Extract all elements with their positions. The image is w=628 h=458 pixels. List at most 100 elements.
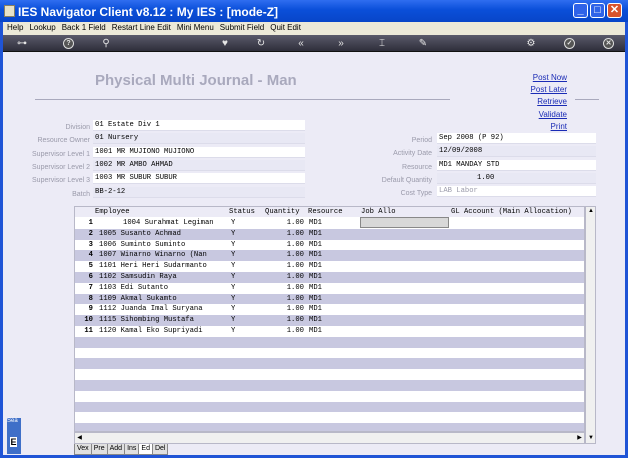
- key-icon[interactable]: ⊶: [11, 37, 33, 50]
- table-row[interactable]: 6 1102 Samsudin Raya Y 1.00 MD1: [75, 272, 584, 283]
- ok-icon[interactable]: ✓: [564, 38, 575, 49]
- help-icon[interactable]: ?: [63, 38, 74, 49]
- cell-quantity[interactable]: 1.00: [265, 272, 304, 283]
- cell-employee[interactable]: 1112 Juanda Imal Suryana: [99, 304, 227, 315]
- cell-employee[interactable]: 1007 Winarno Winarno (Nan: [99, 250, 227, 261]
- cell-quantity[interactable]: 1.00: [265, 283, 304, 294]
- job-allo-input[interactable]: [360, 217, 449, 228]
- cell-quantity[interactable]: 1.00: [265, 240, 304, 251]
- link-post-later[interactable]: Post Later: [531, 84, 567, 96]
- cell-status[interactable]: Y: [231, 326, 235, 337]
- cell-quantity[interactable]: 1.00: [265, 250, 304, 261]
- cell-quantity[interactable]: 1.00: [265, 261, 304, 272]
- table-row[interactable]: [75, 358, 584, 370]
- field-activity-date[interactable]: 12/09/2008: [437, 146, 596, 158]
- table-row[interactable]: 8 1109 Akmal Sukamto Y 1.00 MD1: [75, 293, 584, 305]
- cell-employee[interactable]: 1005 Susanto Achmad: [99, 229, 227, 240]
- cell-employee[interactable]: 1102 Samsudin Raya: [99, 272, 227, 283]
- table-row[interactable]: 4 1007 Winarno Winarno (Nan Y 1.00 MD1: [75, 250, 584, 262]
- column-header-employee[interactable]: Employee: [95, 207, 130, 217]
- menu-item-mini-menu[interactable]: Mini Menu: [177, 23, 214, 32]
- menu-item-submit-field[interactable]: Submit Field: [220, 23, 264, 32]
- scroll-right-icon[interactable]: ▶: [575, 434, 584, 443]
- tab-vex[interactable]: Vex: [74, 444, 92, 455]
- link-print[interactable]: Print: [531, 121, 567, 133]
- tab-pre[interactable]: Pre: [90, 444, 108, 455]
- menu-item-restart-line-edit[interactable]: Restart Line Edit: [112, 23, 171, 32]
- menu-item-lookup[interactable]: Lookup: [29, 23, 55, 32]
- table-row[interactable]: 2 1005 Susanto Achmad Y 1.00 MD1: [75, 228, 584, 240]
- field-resource-owner[interactable]: 01 Nursery: [93, 133, 305, 145]
- field-resource[interactable]: MD1 MANDAY STD: [437, 159, 596, 171]
- table-row[interactable]: 9 1112 Juanda Imal Suryana Y 1.00 MD1: [75, 304, 584, 316]
- tab-add[interactable]: Add: [106, 444, 126, 455]
- cell-status[interactable]: Y: [231, 315, 235, 326]
- scroll-left-icon[interactable]: ◀: [75, 434, 84, 443]
- menu-item-quit-edit[interactable]: Quit Edit: [270, 23, 301, 32]
- column-header-job-allo[interactable]: Job Allo: [361, 207, 396, 217]
- cell-employee[interactable]: 1120 Kamal Eko Supriyadi: [99, 326, 227, 337]
- table-row[interactable]: 3 1006 Suminto Suminto Y 1.00 MD1: [75, 239, 584, 251]
- table-row[interactable]: [75, 347, 584, 359]
- cell-resource[interactable]: MD1: [309, 261, 322, 272]
- link-post-now[interactable]: Post Now: [531, 72, 567, 84]
- cell-employee[interactable]: 1004 Surahmat Legiman: [123, 218, 227, 229]
- link-validate[interactable]: Validate: [531, 109, 567, 121]
- cell-resource[interactable]: MD1: [309, 294, 322, 305]
- field-period[interactable]: Sep 2008 (P 92): [437, 133, 596, 144]
- table-row[interactable]: [75, 390, 584, 402]
- table-row[interactable]: [75, 336, 584, 348]
- tools-icon[interactable]: ⌶: [375, 37, 389, 50]
- cell-resource[interactable]: MD1: [309, 283, 322, 294]
- cell-quantity[interactable]: 1.00: [265, 294, 304, 305]
- table-row[interactable]: [75, 401, 584, 413]
- cell-quantity[interactable]: 1.00: [265, 304, 304, 315]
- cell-status[interactable]: Y: [231, 294, 235, 305]
- column-header-resource[interactable]: Resource: [308, 207, 343, 217]
- table-row[interactable]: [75, 412, 584, 424]
- cell-employee[interactable]: 1115 Sihombing Mustafa: [99, 315, 227, 326]
- table-row[interactable]: 1 1004 Surahmat Legiman Y 1.00 MD1: [75, 218, 584, 229]
- cell-status[interactable]: Y: [231, 272, 235, 283]
- maximize-icon[interactable]: □: [590, 3, 605, 18]
- cell-employee[interactable]: 1109 Akmal Sukamto: [99, 294, 227, 305]
- cell-status[interactable]: Y: [231, 218, 235, 229]
- scroll-down-icon[interactable]: ▼: [587, 434, 595, 443]
- cell-employee[interactable]: 1006 Suminto Suminto: [99, 240, 227, 251]
- vertical-scrollbar[interactable]: ▲ ▼: [585, 206, 596, 444]
- cell-resource[interactable]: MD1: [309, 315, 322, 326]
- cell-quantity[interactable]: 1.00: [265, 229, 304, 240]
- cell-resource[interactable]: MD1: [309, 326, 322, 337]
- menu-item-back-1-field[interactable]: Back 1 Field: [62, 23, 106, 32]
- rewind-icon[interactable]: «: [294, 37, 308, 50]
- field-supervisor-level-1[interactable]: 1001 MR MUJIONO MUJIONO: [93, 146, 305, 158]
- menu-item-help[interactable]: Help: [7, 23, 23, 32]
- cell-employee[interactable]: 1103 Edi Sutanto: [99, 283, 227, 294]
- cell-resource[interactable]: MD1: [309, 229, 322, 240]
- table-row[interactable]: [75, 369, 584, 380]
- search-icon[interactable]: ⚲: [99, 37, 113, 50]
- cell-resource[interactable]: MD1: [309, 250, 322, 261]
- cell-quantity[interactable]: 1.00: [265, 326, 304, 337]
- field-division[interactable]: 01 Estate Div 1: [93, 120, 305, 131]
- cell-status[interactable]: Y: [231, 283, 235, 294]
- cell-status[interactable]: Y: [231, 250, 235, 261]
- cell-quantity[interactable]: 1.00: [265, 218, 304, 229]
- tab-ins[interactable]: Ins: [124, 444, 140, 455]
- cell-employee[interactable]: 1101 Heri Heri Sudarmanto: [99, 261, 227, 272]
- table-row[interactable]: [75, 423, 584, 431]
- close-icon[interactable]: ✕: [607, 3, 622, 18]
- cell-status[interactable]: Y: [231, 240, 235, 251]
- minimize-icon[interactable]: _: [573, 3, 588, 18]
- field-batch[interactable]: BB-2-12: [93, 186, 305, 198]
- field-supervisor-level-2[interactable]: 1002 MR AMBO AHMAD: [93, 159, 305, 171]
- cell-resource[interactable]: MD1: [309, 304, 322, 315]
- table-row[interactable]: 11 1120 Kamal Eko Supriyadi Y 1.00 MD1: [75, 326, 584, 337]
- column-header-quantity[interactable]: Quantity: [265, 207, 300, 217]
- gear-icon[interactable]: ⚙: [524, 37, 538, 50]
- column-header-status[interactable]: Status: [229, 207, 255, 217]
- cell-status[interactable]: Y: [231, 304, 235, 315]
- cell-quantity[interactable]: 1.00: [265, 315, 304, 326]
- table-row[interactable]: 5 1101 Heri Heri Sudarmanto Y 1.00 MD1: [75, 261, 584, 272]
- field-cost-type[interactable]: LAB Labor: [437, 186, 596, 198]
